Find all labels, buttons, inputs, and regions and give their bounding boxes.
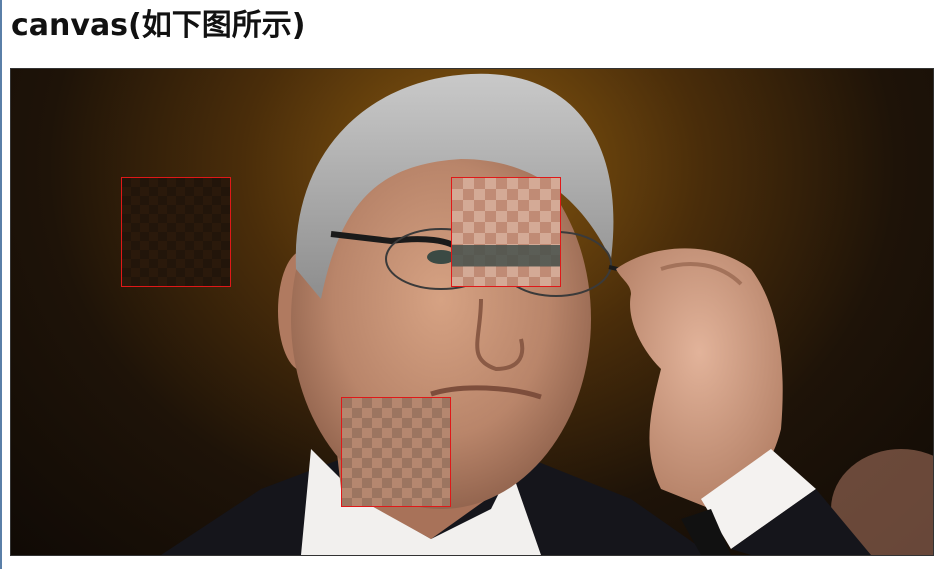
mosaic-mouth <box>341 397 451 507</box>
mosaic-eye <box>451 177 561 287</box>
mosaic-background <box>121 177 231 287</box>
image-canvas[interactable] <box>10 68 934 556</box>
window-edge <box>0 0 2 569</box>
portrait-photo <box>161 73 933 555</box>
page-title: canvas(如下图所示) <box>11 8 306 43</box>
